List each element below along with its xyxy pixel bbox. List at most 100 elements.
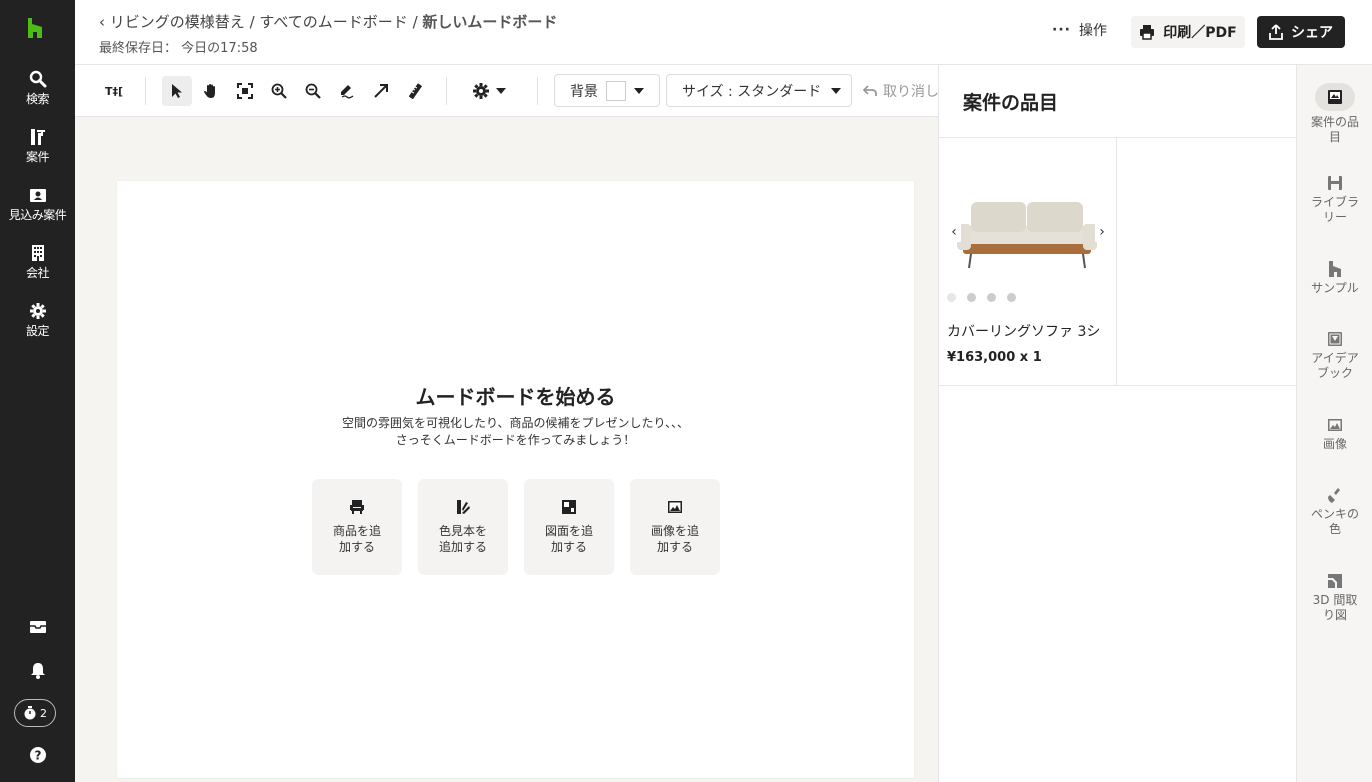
measure-tool-button[interactable] [400, 76, 430, 106]
size-select[interactable]: サイズ : スタンダード [666, 74, 852, 107]
arrow-tool-button[interactable] [366, 76, 396, 106]
rail-library[interactable]: ライブラリー [1297, 175, 1372, 225]
rail-active-indicator [1315, 83, 1355, 111]
rail-3d-floorplan-label: 3D 間取り図 [1312, 593, 1358, 622]
right-tool-rail: 案件の品目 ライブラリー サンプル アイデアブック 画像 ペンキの色 3D 間取… [1296, 65, 1372, 782]
timer-count: 2 [40, 706, 47, 720]
start-description: 空間の雰囲気を可視化したり、商品の候補をプレゼンしたり、、、 さっそくムードボー… [117, 415, 914, 449]
floorplan-icon [562, 500, 576, 514]
caret-down-icon [496, 88, 506, 94]
fit-screen-button[interactable] [230, 76, 260, 106]
gear-icon [29, 303, 46, 319]
nav-projects-label: 案件 [25, 150, 50, 164]
text-tool-icon: T‡[ [104, 84, 124, 98]
operations-button[interactable]: ··· 操作 [1052, 20, 1107, 40]
rail-sample[interactable]: サンプル [1297, 261, 1372, 296]
image-dot[interactable] [1007, 293, 1016, 302]
company-icon [31, 245, 44, 261]
image-dot[interactable] [987, 293, 996, 302]
rail-ideabook[interactable]: アイデアブック [1297, 331, 1372, 381]
start-title: ムードボードを始める [415, 385, 616, 409]
product-card[interactable]: ‹ › カバーリングソファ 3シ ¥163,000 x 1 [939, 138, 1117, 386]
nav-company[interactable]: 会社 [0, 244, 75, 281]
start-description-line: 空間の雰囲気を可視化したり、商品の候補をプレゼンしたり、、、 [341, 416, 690, 430]
houzz-logo-icon[interactable] [26, 18, 44, 38]
canvas-area: ムードボードを始める 空間の雰囲気を可視化したり、商品の候補をプレゼンしたり、、… [75, 117, 938, 782]
rail-images[interactable]: 画像 [1297, 417, 1372, 452]
rail-project-items[interactable]: 案件の品目 [1297, 83, 1372, 145]
rail-paint-colors[interactable]: ペンキの色 [1297, 487, 1372, 537]
breadcrumb-moodboards[interactable]: すべてのムードボード [259, 13, 407, 31]
zoom-out-icon [305, 83, 321, 99]
breadcrumb-project[interactable]: リビングの模様替え [110, 13, 245, 31]
image-dot[interactable] [967, 293, 976, 302]
back-chevron-icon[interactable]: ‹ [99, 13, 110, 31]
3d-floorplan-icon [1328, 574, 1342, 588]
pan-tool-button[interactable] [196, 76, 226, 106]
last-saved-label: 最終保存日： [99, 41, 178, 56]
rail-library-label: ライブラリー [1310, 195, 1359, 224]
nav-settings[interactable]: 設定 [0, 302, 75, 339]
caret-down-icon [634, 87, 644, 94]
select-tool-button[interactable] [162, 76, 192, 106]
undo-icon [863, 85, 877, 96]
nav-leads-label: 見込み案件 [8, 208, 67, 222]
add-floorplan-label: 図面を追加する [544, 524, 593, 554]
add-swatch-button[interactable]: 色見本を追加する [418, 479, 508, 575]
sofa-image[interactable] [957, 198, 1099, 274]
breadcrumb-separator: / [412, 13, 418, 31]
nav-inbox[interactable] [0, 619, 75, 635]
nav-search-label: 検索 [25, 92, 50, 106]
share-button[interactable]: シェア [1257, 16, 1345, 48]
background-swatch [606, 80, 626, 101]
add-image-button[interactable]: 画像を追加する [630, 479, 720, 575]
image-dots [947, 293, 1016, 302]
undo-button[interactable]: 取り消し [863, 81, 938, 101]
ruler-icon [408, 83, 423, 99]
caret-down-icon [831, 87, 841, 94]
zoom-in-button[interactable] [264, 76, 294, 106]
product-name[interactable]: カバーリングソファ 3シ [947, 321, 1100, 341]
sample-icon [1329, 261, 1341, 277]
nav-projects[interactable]: 案件 [0, 128, 75, 165]
image-dot[interactable] [947, 293, 956, 302]
text-tool-button[interactable]: T‡[ [99, 76, 129, 106]
share-label: シェア [1291, 25, 1333, 41]
last-saved: 最終保存日： 今日の17:58 [99, 37, 258, 56]
image-next-button[interactable]: › [1095, 222, 1109, 242]
canvas-toolbar: T‡[ 背景 サイズ : スタンダード 取り消し [75, 65, 938, 117]
toolbar-divider [537, 77, 538, 105]
leads-icon [29, 189, 46, 202]
nav-leads[interactable]: 見込み案件 [0, 186, 75, 223]
background-select[interactable]: 背景 [554, 74, 660, 107]
size-label: サイズ : スタンダード [682, 83, 822, 100]
add-floorplan-button[interactable]: 図面を追加する [524, 479, 614, 575]
timer-badge[interactable]: 2 [14, 699, 56, 727]
nav-search[interactable]: 検索 [0, 70, 75, 107]
add-product-button[interactable]: 商品を追加する [312, 479, 402, 575]
rail-ideabook-label: アイデアブック [1311, 351, 1359, 380]
upload-share-icon [1269, 24, 1283, 40]
toolbar-divider [446, 77, 447, 105]
nav-help[interactable]: ? [0, 746, 75, 764]
header: ‹ リビングの模様替え / すべてのムードボード / 新しいムードボード 最終保… [75, 0, 1372, 65]
library-icon [1328, 176, 1342, 190]
start-description-line: さっそくムードボードを作ってみましょう！ [395, 433, 636, 447]
zoom-out-button[interactable] [298, 76, 328, 106]
image-prev-button[interactable]: ‹ [947, 222, 961, 242]
nav-notifications[interactable] [0, 661, 75, 679]
product-price: ¥163,000 x 1 [947, 350, 1042, 365]
chair-icon [350, 500, 364, 514]
search-icon [29, 70, 46, 88]
print-pdf-button[interactable]: 印刷／PDF [1131, 16, 1245, 48]
add-swatch-label: 色見本を追加する [438, 524, 487, 554]
project-items-panel: 案件の品目 ‹ › カバーリングソファ 3シ ¥163,000 x 1 [938, 65, 1297, 782]
fit-screen-icon [237, 83, 253, 99]
draw-tool-button[interactable] [332, 76, 362, 106]
moodboard-canvas[interactable]: ムードボードを始める 空間の雰囲気を可視化したり、商品の候補をプレゼンしたり、、… [117, 181, 914, 778]
settings-dropdown-button[interactable] [467, 76, 511, 106]
rail-3d-floorplan[interactable]: 3D 間取り図 [1297, 573, 1372, 623]
breadcrumb-current: 新しいムードボード [422, 13, 558, 31]
swatch-icon [457, 500, 470, 514]
toolbar-divider [145, 77, 146, 105]
